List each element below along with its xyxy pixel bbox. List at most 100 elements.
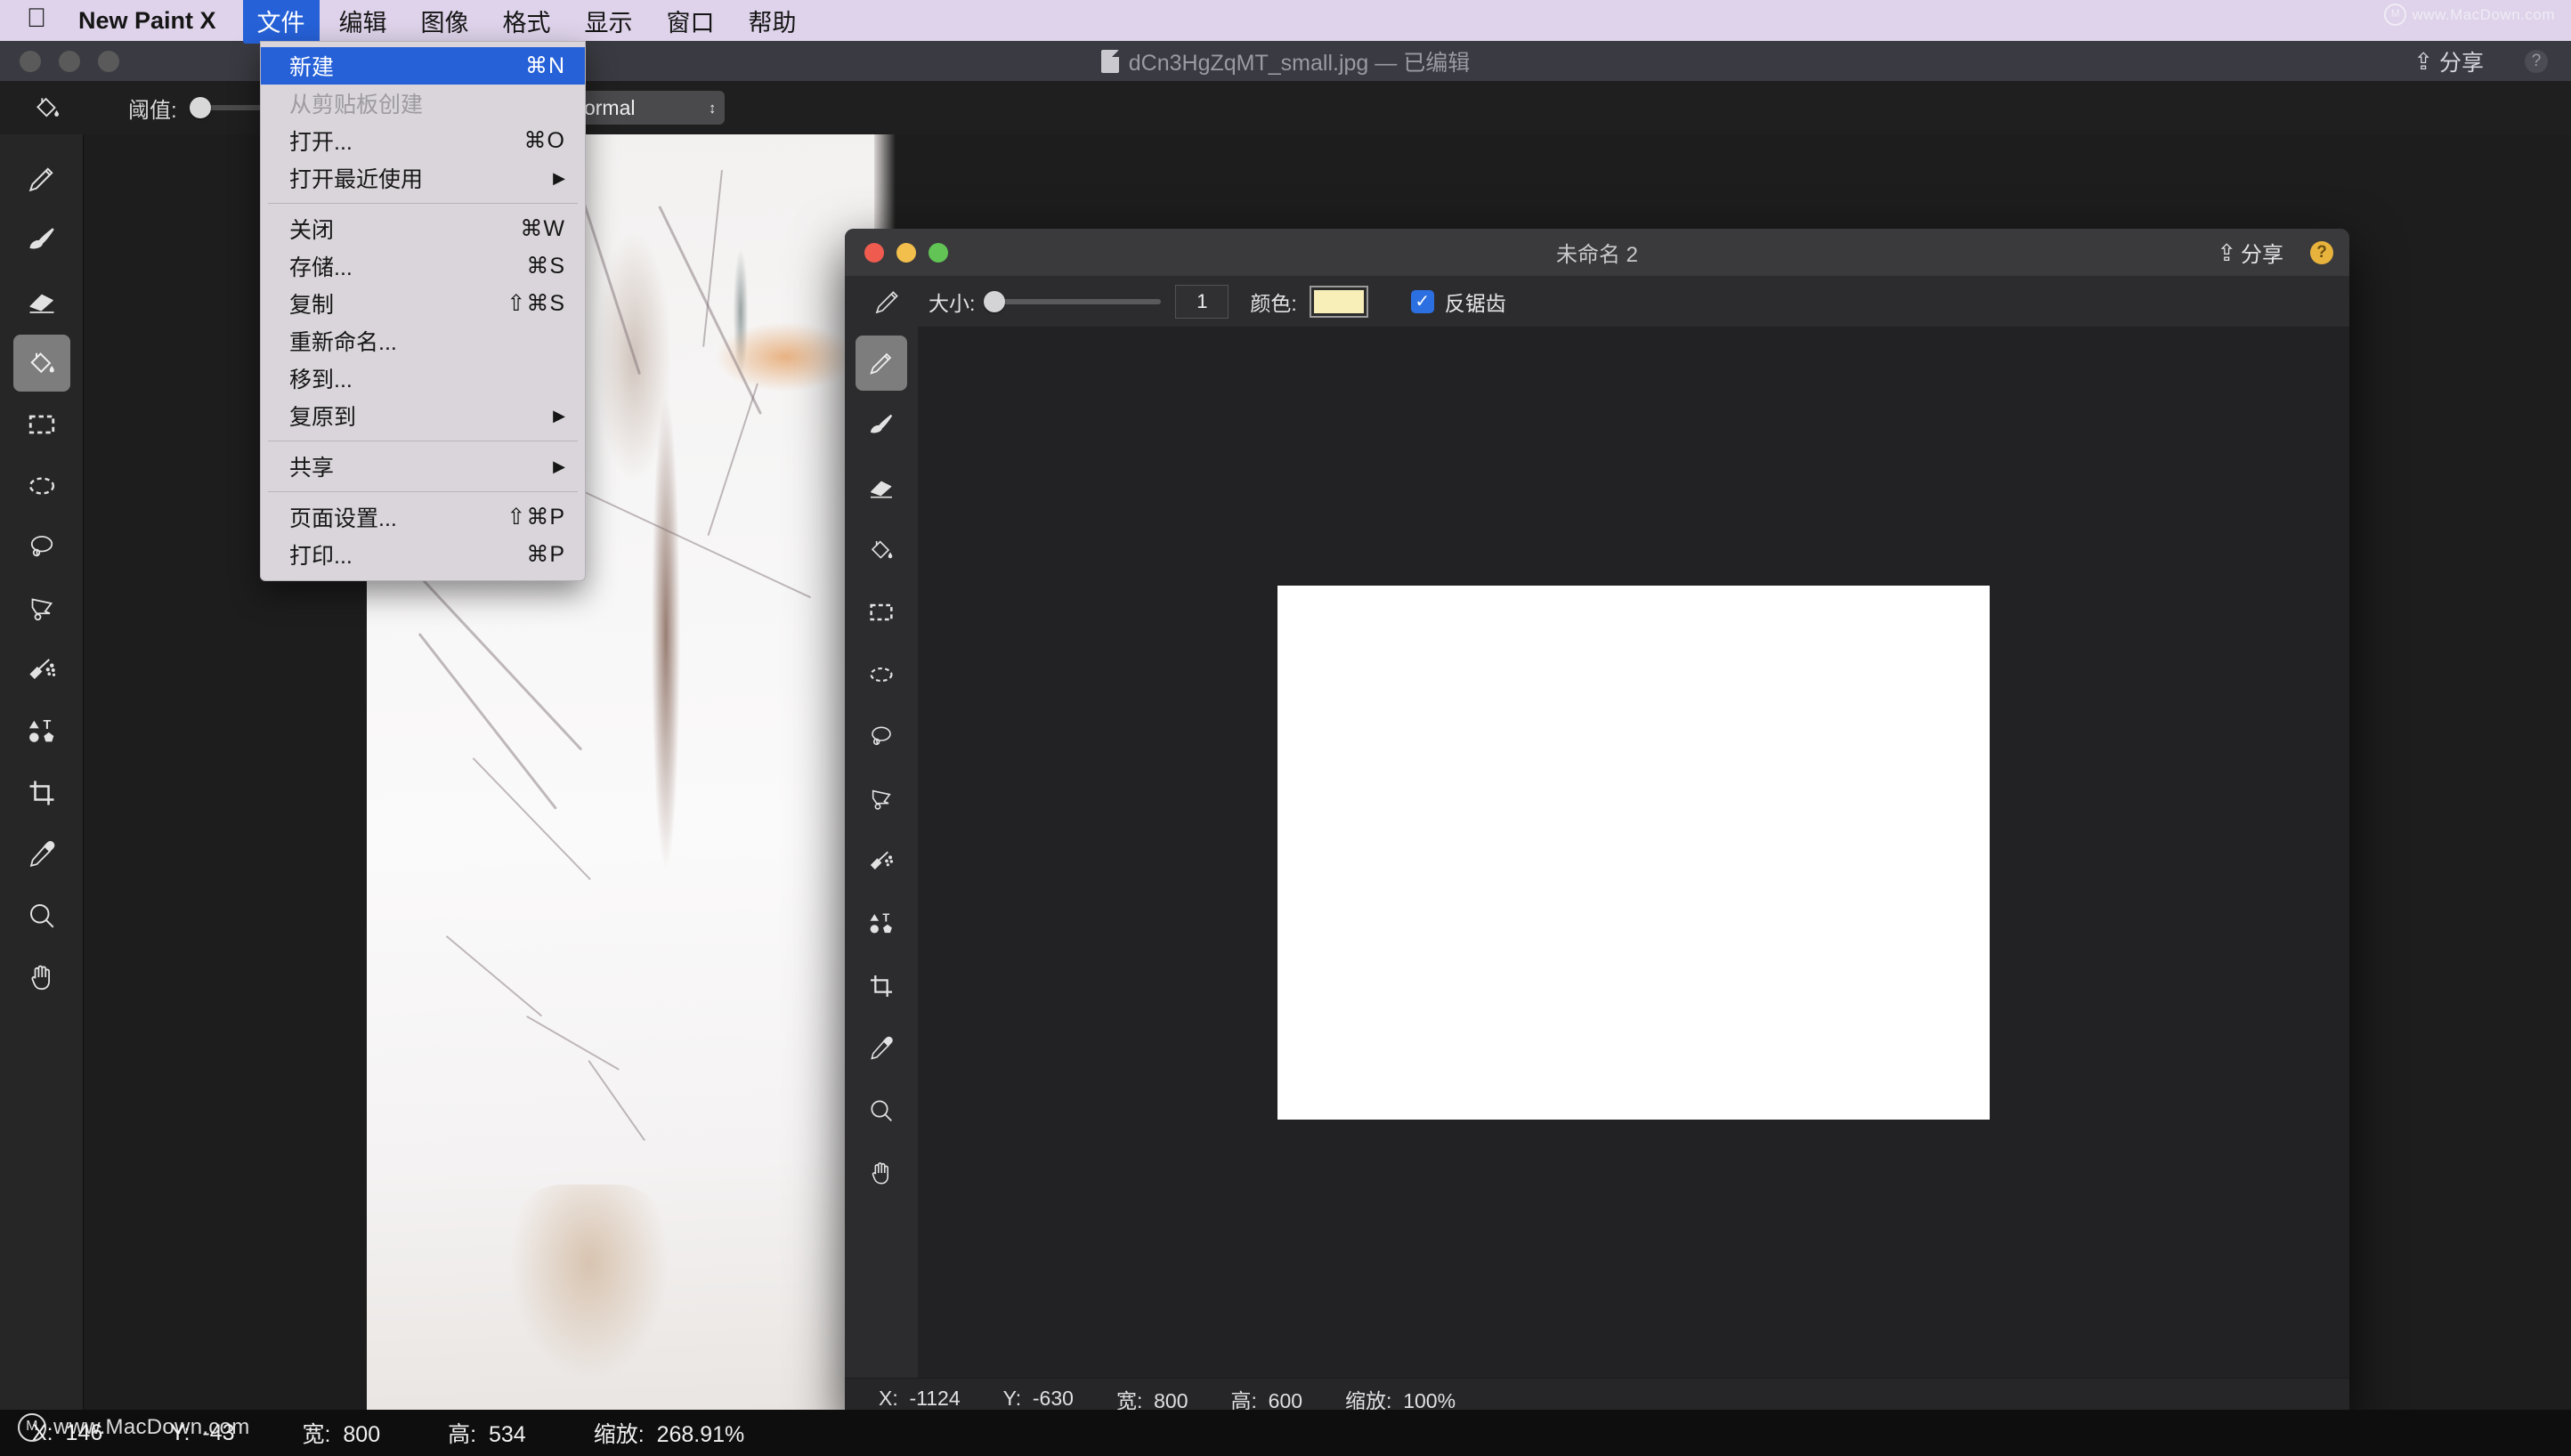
file-menu-item-label: 打印... bbox=[289, 538, 353, 570]
file-menu-item[interactable]: 页面设置...⇧⌘P bbox=[261, 498, 585, 536]
sub-tool-sidebar: T bbox=[845, 327, 918, 1379]
hand-tool[interactable] bbox=[13, 949, 70, 1006]
eyedropper-tool[interactable] bbox=[856, 1021, 907, 1076]
polygon-lasso-tool[interactable] bbox=[856, 772, 907, 827]
sub-options-toolbar: 大小: 1 颜色: ✓ 反锯齿 bbox=[845, 276, 2349, 327]
sub-window[interactable]: 未命名 2 ⇪ 分享 ? 大小: 1 颜色: bbox=[845, 229, 2349, 1419]
crop-tool[interactable] bbox=[856, 959, 907, 1014]
menu-item-format[interactable]: 格式 bbox=[489, 0, 565, 44]
main-status-y-value: -43 bbox=[202, 1420, 234, 1445]
sub-color-swatch[interactable] bbox=[1310, 286, 1368, 318]
file-menu-item-label: 页面设置... bbox=[289, 501, 397, 533]
eyedropper-tool[interactable] bbox=[13, 826, 70, 883]
shapes-text-tool[interactable]: T bbox=[856, 896, 907, 951]
file-menu-item[interactable]: 打开最近使用▶ bbox=[261, 159, 585, 197]
main-help-button[interactable]: ? bbox=[2525, 50, 2548, 73]
eraser-tool[interactable] bbox=[13, 273, 70, 330]
sub-status-zoom-label: 缩放: bbox=[1345, 1389, 1391, 1412]
paint-bucket-tool[interactable] bbox=[856, 522, 907, 578]
file-menu-item[interactable]: 复原到▶ bbox=[261, 397, 585, 434]
file-menu-item-shortcut: ⌘P bbox=[526, 541, 565, 568]
app-name-label[interactable]: New Paint X bbox=[78, 7, 216, 35]
zoom-tool[interactable] bbox=[13, 887, 70, 944]
menu-item-view[interactable]: 显示 bbox=[571, 0, 647, 44]
file-menu-item-label: 关闭 bbox=[289, 213, 334, 245]
menu-item-help[interactable]: 帮助 bbox=[734, 0, 811, 44]
zoom-button[interactable] bbox=[98, 51, 119, 72]
eraser-tool[interactable] bbox=[856, 460, 907, 515]
file-menu-item[interactable]: 存储...⌘S bbox=[261, 247, 585, 285]
main-status-zoom-value: 268.91% bbox=[657, 1422, 745, 1447]
menu-item-window[interactable]: 窗口 bbox=[653, 0, 729, 44]
size-slider-knob[interactable] bbox=[984, 291, 1005, 312]
chevron-updown-icon: ↕ bbox=[709, 101, 717, 116]
threshold-slider-knob[interactable] bbox=[190, 97, 211, 118]
main-status-x: X: 146 bbox=[32, 1420, 102, 1446]
main-status-y-label: Y: bbox=[170, 1420, 190, 1445]
drawing-canvas[interactable] bbox=[1277, 586, 1990, 1120]
brush-tool[interactable] bbox=[13, 212, 70, 269]
menubar-watermark: M www.MacDown.com bbox=[2384, 4, 2555, 26]
sub-close-button[interactable] bbox=[864, 243, 884, 263]
antialias-checkbox[interactable]: ✓ bbox=[1411, 290, 1434, 313]
ellipse-select-tool[interactable] bbox=[13, 457, 70, 514]
menu-item-edit[interactable]: 编辑 bbox=[325, 0, 401, 44]
pencil-tool[interactable] bbox=[13, 150, 70, 207]
magic-wand-tool[interactable] bbox=[856, 834, 907, 889]
file-menu-item[interactable]: 移到... bbox=[261, 360, 585, 397]
apple-logo-icon[interactable]:  bbox=[25, 5, 48, 32]
file-menu-item[interactable]: 重新命名... bbox=[261, 322, 585, 360]
paint-bucket-tool[interactable] bbox=[13, 335, 70, 392]
sub-zoom-button[interactable] bbox=[929, 243, 948, 263]
file-menu-item[interactable]: 复制⇧⌘S bbox=[261, 285, 585, 322]
file-menu-item[interactable]: 打开...⌘O bbox=[261, 122, 585, 159]
close-button[interactable] bbox=[20, 51, 41, 72]
pencil-icon bbox=[868, 287, 907, 317]
sub-help-button[interactable]: ? bbox=[2310, 241, 2333, 264]
brush-tool[interactable] bbox=[856, 398, 907, 453]
threshold-label: 阈值: bbox=[128, 93, 177, 124]
pencil-tool[interactable] bbox=[856, 336, 907, 391]
sub-status-x-value: -1124 bbox=[910, 1387, 961, 1410]
main-traffic-lights bbox=[20, 51, 119, 72]
sub-status-height-label: 高: bbox=[1230, 1389, 1256, 1412]
file-menu-item[interactable]: 关闭⌘W bbox=[261, 210, 585, 247]
watermark-ring-icon: M bbox=[2384, 4, 2406, 26]
file-dropdown-menu[interactable]: 新建⌘N从剪贴板创建打开...⌘O打开最近使用▶关闭⌘W存储...⌘S复制⇧⌘S… bbox=[260, 41, 586, 581]
sub-status-y: Y: -630 bbox=[1003, 1387, 1074, 1411]
file-menu-item[interactable]: 新建⌘N bbox=[261, 47, 585, 85]
polygon-lasso-tool[interactable] bbox=[13, 580, 70, 637]
main-status-zoom-label: 缩放: bbox=[594, 1422, 645, 1447]
rect-select-tool[interactable] bbox=[856, 585, 907, 640]
size-slider[interactable] bbox=[987, 299, 1161, 304]
menu-item-image[interactable]: 图像 bbox=[407, 0, 483, 44]
main-status-x-label: X: bbox=[32, 1420, 53, 1445]
sub-status-height-value: 600 bbox=[1269, 1389, 1302, 1412]
size-value-field[interactable]: 1 bbox=[1175, 285, 1229, 319]
sub-window-titlebar[interactable]: 未命名 2 ⇪ 分享 ? bbox=[845, 229, 2349, 277]
lasso-tool[interactable] bbox=[856, 709, 907, 764]
ellipse-select-tool[interactable] bbox=[856, 647, 907, 702]
rect-select-tool[interactable] bbox=[13, 396, 70, 453]
file-menu-item-shortcut: ⌘S bbox=[526, 253, 565, 279]
main-status-width-label: 宽: bbox=[303, 1422, 331, 1447]
shapes-text-tool[interactable]: T bbox=[13, 703, 70, 760]
file-menu-item[interactable]: 共享▶ bbox=[261, 448, 585, 485]
hand-tool[interactable] bbox=[856, 1145, 907, 1201]
file-menu-item[interactable]: 打印... ⌘P bbox=[261, 536, 585, 573]
main-status-x-value: 146 bbox=[66, 1420, 103, 1445]
magic-wand-tool[interactable] bbox=[13, 642, 70, 699]
minimize-button[interactable] bbox=[59, 51, 80, 72]
sub-minimize-button[interactable] bbox=[896, 243, 916, 263]
crop-tool[interactable] bbox=[13, 764, 70, 821]
main-share-button[interactable]: ⇪ 分享 bbox=[2413, 41, 2484, 81]
sub-status-x-label: X: bbox=[879, 1387, 898, 1410]
sub-canvas-area[interactable] bbox=[918, 327, 2349, 1379]
zoom-tool[interactable] bbox=[856, 1083, 907, 1138]
lasso-tool[interactable] bbox=[13, 519, 70, 576]
sub-share-button[interactable]: ⇪ 分享 bbox=[2217, 229, 2283, 276]
color-label: 颜色: bbox=[1250, 287, 1296, 317]
svg-text:T: T bbox=[882, 910, 889, 924]
svg-text:T: T bbox=[43, 718, 51, 732]
menu-item-file[interactable]: 文件 bbox=[243, 0, 320, 44]
